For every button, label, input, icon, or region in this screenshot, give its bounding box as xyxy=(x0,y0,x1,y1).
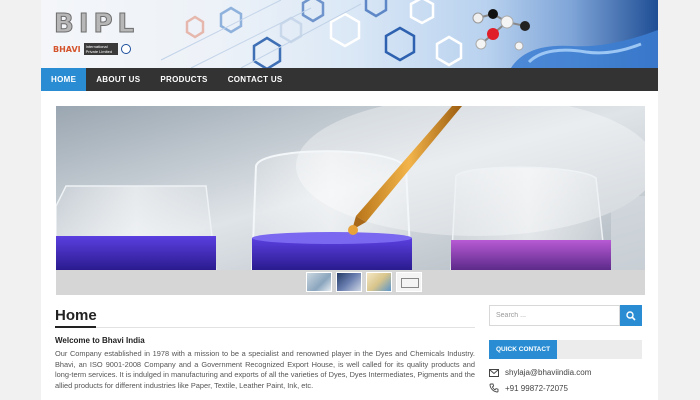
slider-thumbnail-3[interactable] xyxy=(366,272,392,292)
contact-email[interactable]: shylaja@bhaviindia.com xyxy=(505,368,591,377)
quick-contact-label: QUICK CONTACT xyxy=(489,340,558,359)
title-underline xyxy=(55,326,96,328)
logo-subline: BHAVI International Private Limited xyxy=(53,43,131,55)
slider-thumbnails xyxy=(56,270,645,295)
slider-thumbnail-2[interactable] xyxy=(336,272,362,292)
main-nav: HOME ABOUT US PRODUCTS CONTACT US xyxy=(41,68,658,91)
nav-item-about-us[interactable]: ABOUT US xyxy=(86,68,150,91)
image-slider[interactable] xyxy=(56,106,645,270)
nav-item-contact-us[interactable]: CONTACT US xyxy=(218,68,293,91)
nav-item-products[interactable]: PRODUCTS xyxy=(150,68,217,91)
search-widget xyxy=(489,305,642,326)
search-input[interactable] xyxy=(489,305,620,326)
content-area: Home Welcome to Bhavi India Our Company … xyxy=(41,91,658,400)
slider-thumbnail-4[interactable] xyxy=(396,272,422,292)
email-icon xyxy=(489,368,499,377)
contact-phone[interactable]: +91 99872-72075 xyxy=(505,384,568,393)
page-title: Home xyxy=(55,307,97,324)
search-button[interactable] xyxy=(620,305,642,326)
logo-letters: BIPL xyxy=(53,9,140,40)
slider-thumbnail-1[interactable] xyxy=(306,272,332,292)
welcome-heading: Welcome to Bhavi India xyxy=(55,336,145,345)
title-divider xyxy=(55,327,475,328)
logo-tagline: International Private Limited xyxy=(83,43,118,55)
intro-paragraph: Our Company established in 1978 with a m… xyxy=(55,349,475,390)
contact-phone-row: +91 99872-72075 xyxy=(489,383,568,393)
nav-item-home[interactable]: HOME xyxy=(41,68,87,91)
page: BIPL BHAVI International Private Limited… xyxy=(0,0,700,400)
quick-contact-header: QUICK CONTACT xyxy=(489,340,642,359)
site-logo[interactable]: BIPL BHAVI International Private Limited xyxy=(49,6,147,66)
logo-name: BHAVI xyxy=(53,44,81,54)
slider-image xyxy=(56,106,645,270)
search-icon xyxy=(626,310,636,321)
contact-email-row: shylaja@bhaviindia.com xyxy=(489,368,591,377)
certification-badge-icon xyxy=(120,44,131,54)
header-banner: BIPL BHAVI International Private Limited xyxy=(41,0,658,68)
phone-icon xyxy=(489,383,499,393)
